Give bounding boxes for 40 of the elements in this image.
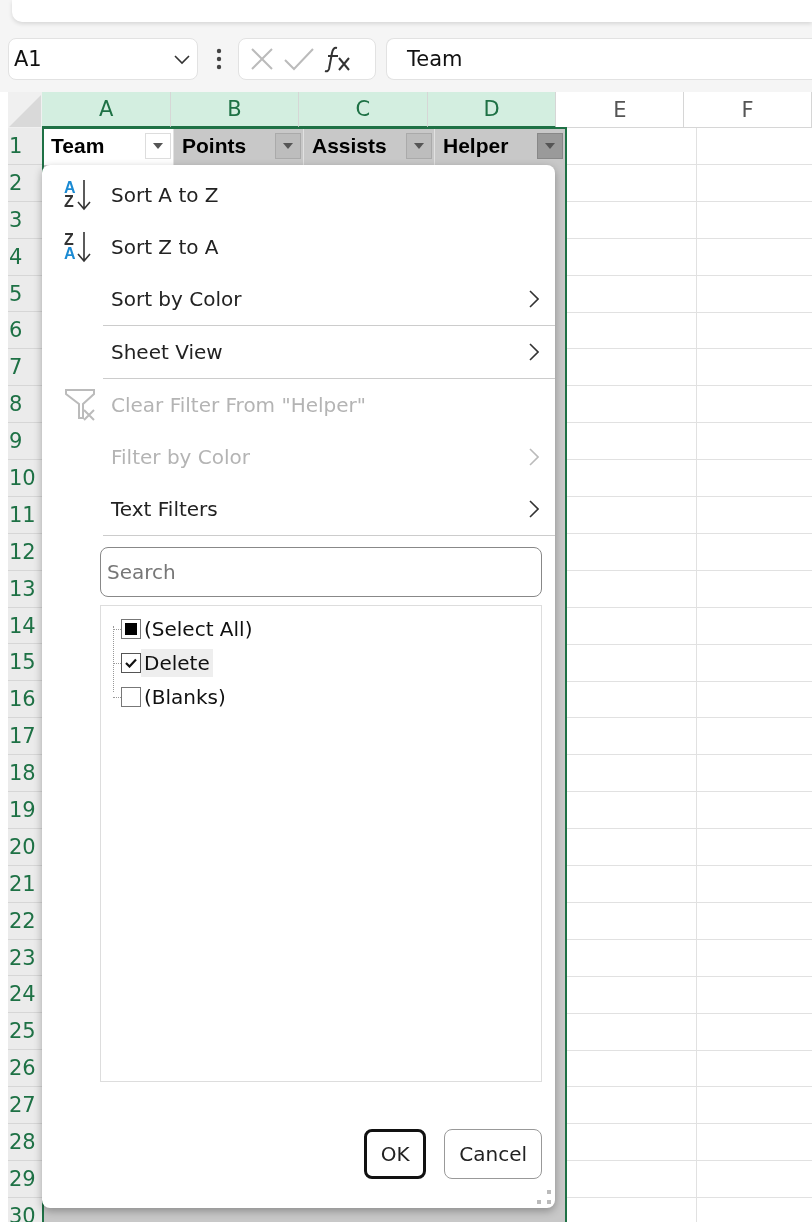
formula-field[interactable]: Team	[386, 38, 812, 80]
column-header[interactable]: A	[42, 92, 172, 128]
menu-item[interactable]: A Z Sort A to Z	[42, 169, 555, 221]
chevron-right-icon	[529, 500, 539, 518]
resize-grip-icon[interactable]	[537, 1190, 551, 1204]
dropdown-arrow-icon	[414, 143, 424, 150]
filter-dropdown-button[interactable]	[275, 133, 301, 160]
column-header[interactable]: B	[171, 92, 299, 128]
column-header[interactable]: F	[684, 92, 812, 128]
value-label[interactable]: Delete	[141, 649, 213, 677]
cancel-button[interactable]: Cancel	[444, 1129, 542, 1179]
chevron-right-icon	[529, 448, 539, 466]
checkbox[interactable]	[121, 687, 141, 707]
check-icon[interactable]	[283, 46, 315, 72]
value-label[interactable]: (Blanks)	[141, 683, 229, 711]
checkmark-icon	[125, 658, 137, 668]
clear-filter-icon	[64, 388, 98, 422]
dropdown-arrow-icon	[545, 143, 555, 150]
filter-dropdown-button[interactable]	[537, 133, 563, 160]
column-header[interactable]: C	[298, 92, 428, 128]
search-field[interactable]: Search	[100, 547, 542, 597]
chevron-right-icon	[529, 290, 539, 308]
menu-item[interactable]: Sheet View	[42, 326, 555, 379]
checkbox[interactable]	[121, 653, 141, 673]
dropdown-arrow-icon	[283, 143, 293, 150]
menu-item[interactable]: Text Filters	[42, 483, 555, 536]
more-options-icon[interactable]	[216, 48, 222, 70]
filter-dropdown-button[interactable]	[406, 133, 432, 160]
value-label[interactable]: (Select All)	[141, 615, 256, 643]
ok-button[interactable]: OK	[364, 1129, 427, 1179]
dropdown-arrow-icon	[153, 143, 163, 150]
row-header[interactable]: 1	[8, 128, 43, 165]
function-icon[interactable]	[323, 45, 353, 73]
name-box[interactable]: A1	[8, 38, 198, 80]
menu-item[interactable]: Sort by Color	[42, 273, 555, 326]
chevron-right-icon	[529, 343, 539, 361]
header-cell[interactable]: Team	[43, 128, 174, 165]
menu-item[interactable]: Z A Sort Z to A	[42, 221, 555, 273]
column-header[interactable]: D	[427, 92, 557, 128]
chevron-down-icon	[173, 53, 191, 65]
